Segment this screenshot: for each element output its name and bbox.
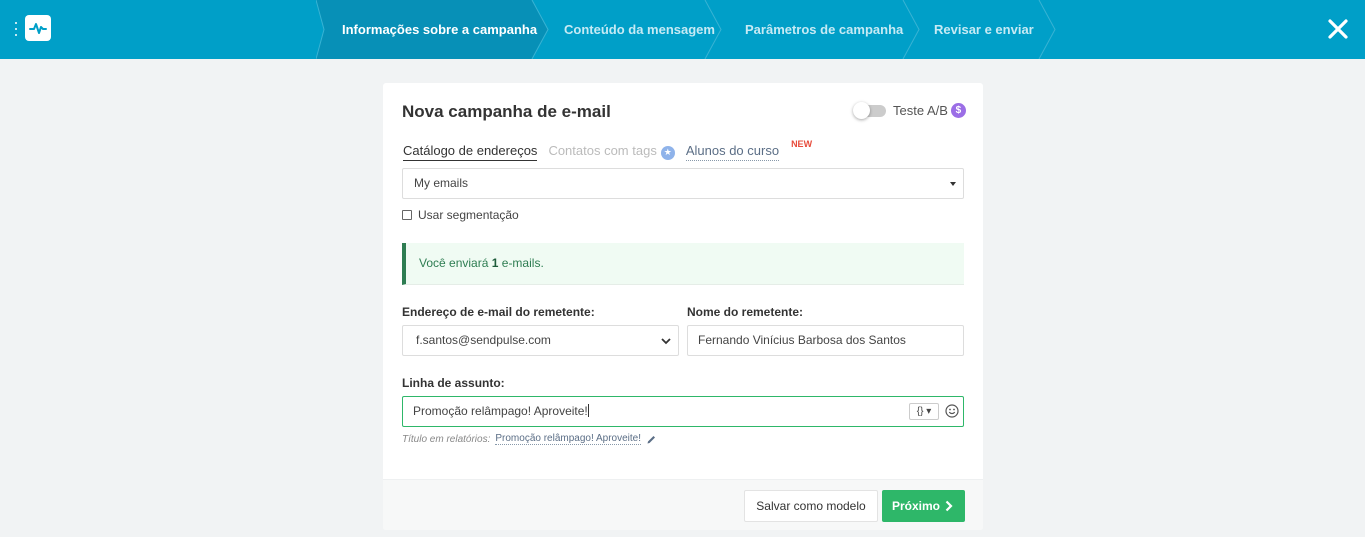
caret-down-icon [950,182,956,186]
campaign-card: Nova campanha de e-mail Teste A/B $ Catá… [383,83,983,530]
tab-course-students[interactable]: Alunos do curso [685,143,780,161]
subject-label: Linha de assunto: [402,376,505,390]
page-title: Nova campanha de e-mail [402,102,611,121]
kebab-menu-icon[interactable] [14,22,18,36]
sender-name-input[interactable]: Fernando Vinícius Barbosa dos Santos [687,325,964,356]
address-book-value: My emails [414,176,469,190]
segmentation-label[interactable]: Usar segmentação [418,208,519,222]
alert-count: 1 [491,256,499,270]
save-as-template-button[interactable]: Salvar como modelo [744,490,878,522]
ab-test-toggle-group: Teste A/B $ [853,101,966,119]
step-review-send[interactable]: Revisar e enviar [934,0,1034,59]
subject-input[interactable]: Promoção relâmpago! Aproveite! {} ▾ [402,396,964,427]
chevron-down-icon [661,338,671,345]
tab-tagged-contacts[interactable]: Contatos com tags ★ [548,143,675,162]
text-cursor [587,404,589,417]
subject-value: Promoção relâmpago! Aproveite! [413,404,588,418]
pulse-icon[interactable] [25,15,51,41]
sender-email-label: Endereço de e-mail do remetente: [402,305,595,319]
alert-prefix: Você enviará [419,256,489,270]
step-campaign-parameters[interactable]: Parâmetros de campanha [745,0,903,59]
report-title-hint: Título em relatórios: Promoção relâmpago… [402,433,657,445]
new-badge: NEW [791,139,813,149]
card-footer: Salvar como modelo Próximo [383,479,983,530]
sender-name-label: Nome do remetente: [687,305,804,319]
tab-address-book[interactable]: Catálogo de endereços [403,143,538,161]
close-icon[interactable] [1326,17,1350,41]
emoji-icon[interactable] [945,404,959,418]
step-message-content[interactable]: Conteúdo da mensagem [564,0,715,59]
next-button-label: Próximo [892,499,941,513]
personalization-variables-button[interactable]: {} ▾ [909,403,939,420]
sender-email-select[interactable]: f.santos@sendpulse.com [402,325,679,356]
report-title-label: Título em relatórios: [402,433,491,445]
segmentation-row: Usar segmentação [402,208,519,222]
variables-label: {} [916,406,924,417]
sender-email-value: f.santos@sendpulse.com [416,333,551,347]
address-book-select[interactable]: My emails [402,168,964,199]
chevron-right-icon [945,500,953,512]
step-campaign-info[interactable]: Informações sobre a campanha [342,0,537,59]
report-title-value[interactable]: Promoção relâmpago! Aproveite! [495,433,642,445]
tab-course-students-wrap: Alunos do curso NEW [685,139,812,161]
top-bar: Informações sobre a campanha Conteúdo da… [0,0,1365,59]
segmentation-checkbox[interactable] [402,210,412,220]
recipient-tabs: Catálogo de endereços Contatos com tags ★… [403,139,812,163]
recipient-count-alert: Você enviará 1 e-mails. [402,243,964,285]
star-icon: ★ [660,145,675,160]
pencil-icon[interactable] [646,434,657,445]
alert-suffix: e-mails. [501,256,544,270]
tab-tagged-contacts-label: Contatos com tags [548,143,657,158]
paid-feature-icon: $ [950,103,966,118]
toggle-knob [853,101,870,119]
ab-test-toggle[interactable] [853,101,886,119]
ab-test-label: Teste A/B [893,103,948,118]
next-button[interactable]: Próximo [882,490,965,522]
